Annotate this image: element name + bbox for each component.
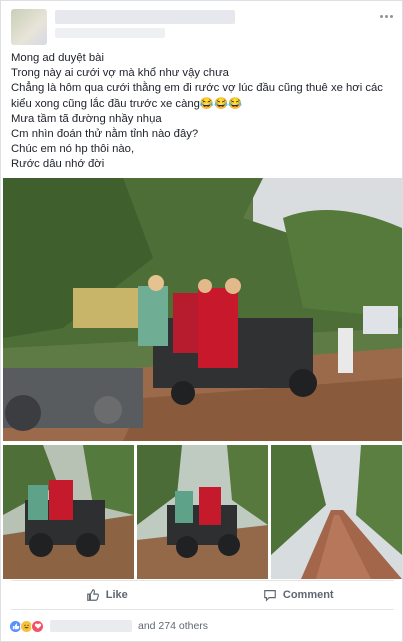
like-label: Like bbox=[105, 589, 128, 601]
comment-button[interactable]: Comment bbox=[203, 581, 395, 609]
photo-main[interactable] bbox=[3, 178, 402, 441]
post-header bbox=[1, 1, 403, 45]
author-name-redacted[interactable] bbox=[55, 10, 235, 24]
post-line: Mong ad duyệt bài bbox=[11, 52, 104, 64]
comment-icon bbox=[264, 590, 276, 602]
reactor-names-redacted[interactable] bbox=[50, 620, 132, 632]
reaction-summary[interactable]: and 274 others bbox=[9, 617, 208, 635]
post-line: Mưa tầm tã đường nhầy nhụa bbox=[11, 112, 162, 125]
post-text: Mong ad duyệt bài Trong này ai cưới vợ m… bbox=[11, 51, 396, 173]
reaction-count-text[interactable]: and 274 others bbox=[138, 620, 208, 632]
post-line: Cm nhìn đoán thử nằm tỉnh nào đây? bbox=[11, 128, 199, 141]
comment-label: Comment bbox=[282, 589, 334, 601]
thumbs-up-icon bbox=[86, 589, 99, 601]
post-line: Trong này ai cưới vợ mà khổ như vậy chưa bbox=[11, 67, 229, 80]
post-line: Rước dâu nhớ đời bbox=[11, 158, 105, 171]
post-meta-redacted bbox=[55, 28, 165, 38]
post-card: Mong ad duyệt bài Trong này ai cưới vợ m… bbox=[0, 0, 403, 642]
post-actions: Like Comment bbox=[11, 580, 394, 610]
like-button[interactable]: Like bbox=[11, 581, 203, 609]
avatar[interactable] bbox=[11, 9, 47, 45]
post-line: Chẳng là hôm qua cưới thằng em đi rước v… bbox=[11, 82, 383, 110]
photo-thumbnail[interactable] bbox=[137, 445, 268, 579]
love-reaction-icon bbox=[31, 619, 44, 633]
photo-thumbnail[interactable] bbox=[271, 445, 402, 579]
more-options-icon[interactable] bbox=[378, 11, 394, 21]
post-line: Chúc em nó hp thôi nào, bbox=[11, 143, 135, 156]
photo-thumbnail[interactable] bbox=[3, 445, 134, 579]
